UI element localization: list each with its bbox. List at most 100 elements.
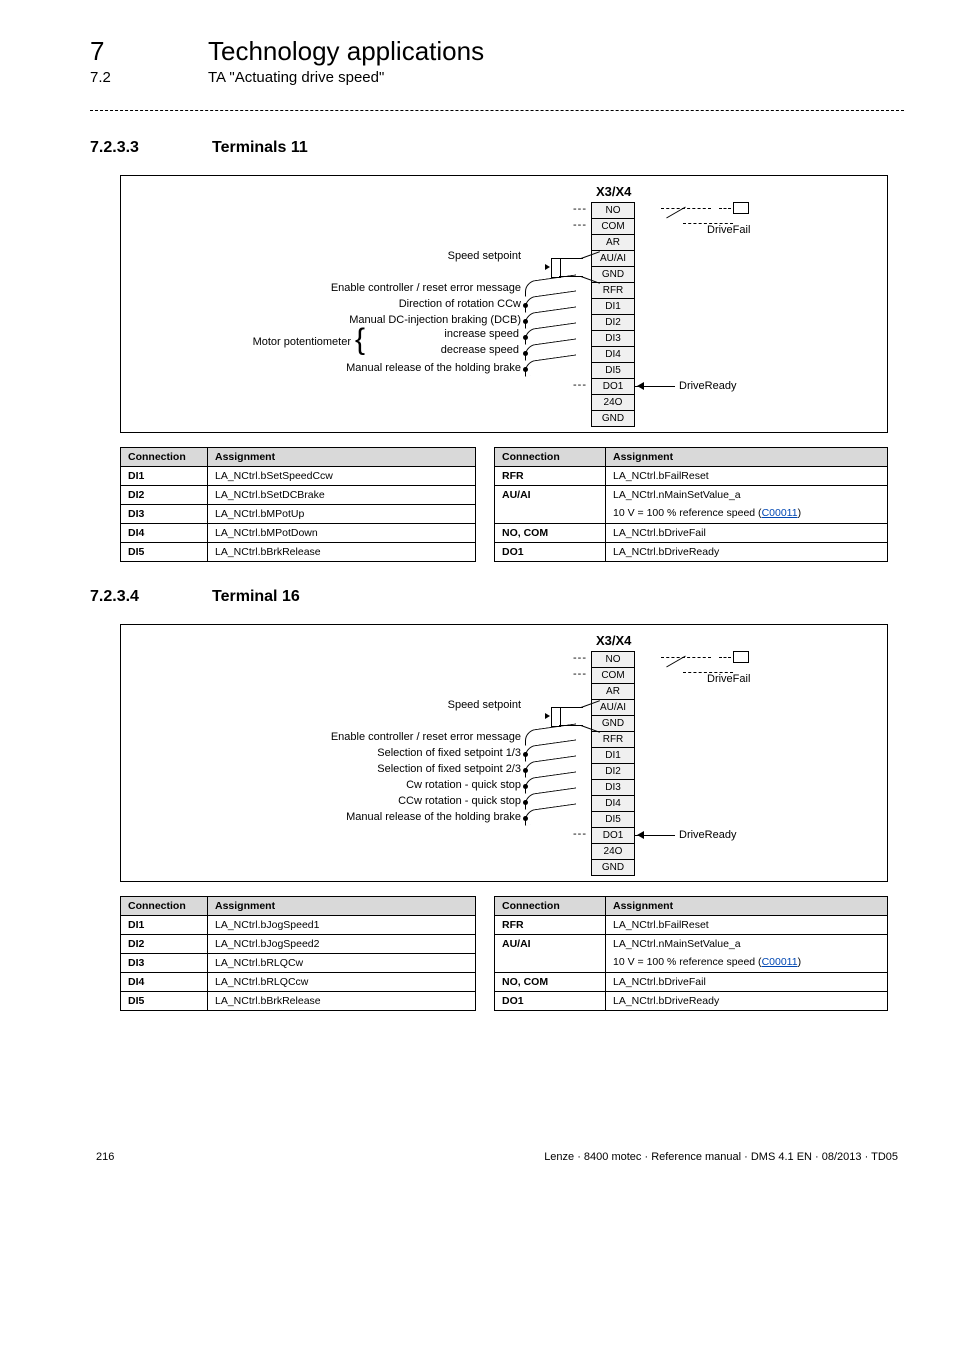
th-connection: Connection (495, 448, 606, 467)
cell: NO, COM (495, 972, 606, 991)
cell: LA_NCtrl.bDriveReady (606, 542, 888, 561)
label-cw: Cw rotation - quick stop (211, 779, 521, 791)
cell: NO, COM (495, 523, 606, 542)
cell: LA_NCtrl.bJogSpeed1 (208, 916, 476, 935)
pin-ar: AR (591, 683, 635, 700)
subsection-title: Terminals 11 (212, 139, 308, 157)
pin-rfr: RFR (591, 282, 635, 299)
pin-di5: DI5 (591, 362, 635, 379)
pin-ar: AR (591, 234, 635, 251)
subsection-1-header: 7.2.3.3 Terminals 11 (90, 139, 904, 157)
code-link[interactable]: C00011 (762, 507, 798, 519)
drivefail-glyph: DriveFail (661, 198, 791, 238)
cell: DO1 (495, 542, 606, 561)
cell: 10 V = 100 % reference speed (C00011) (606, 504, 888, 523)
footer-info: Lenze · 8400 motec · Reference manual · … (544, 1151, 898, 1163)
pin-di3: DI3 (591, 330, 635, 347)
text: 10 V = 100 % reference speed ( (613, 507, 762, 519)
cell: LA_NCtrl.bRLQCw (208, 954, 476, 973)
subsection-2-header: 7.2.3.4 Terminal 16 (90, 588, 904, 606)
tables-row-1: Connection Assignment DI1LA_NCtrl.bSetSp… (120, 447, 888, 562)
right-table-1: Connection Assignment RFRLA_NCtrl.bFailR… (494, 447, 888, 562)
cell: LA_NCtrl.bSetSpeedCcw (208, 467, 476, 486)
cell: RFR (495, 916, 606, 935)
label-sel23: Selection of fixed setpoint 2/3 (211, 763, 521, 775)
tables-row-2: Connection Assignment DI1LA_NCtrl.bJogSp… (120, 896, 888, 1011)
cell: DI4 (121, 524, 208, 543)
cell: DI5 (121, 543, 208, 562)
pin-di1: DI1 (591, 298, 635, 315)
text: ) (798, 956, 802, 968)
subsection-title: Terminal 16 (212, 588, 300, 606)
code-link[interactable]: C00011 (762, 956, 798, 968)
label-enable: Enable controller / reset error message (211, 731, 521, 743)
cell: LA_NCtrl.bDriveReady (606, 991, 888, 1010)
label-setpoint: Speed setpoint (291, 250, 521, 262)
subsection-number: 7.2.3.3 (90, 139, 176, 157)
pin-gnd: GND (591, 266, 635, 283)
chapter-header: 7 Technology applications (90, 36, 904, 67)
drivefail-label: DriveFail (707, 673, 750, 685)
th-assignment: Assignment (606, 897, 888, 916)
pin-di4: DI4 (591, 795, 635, 812)
page-footer: 216 Lenze · 8400 motec · Reference manua… (90, 1151, 904, 1163)
wiring-diagram-1: X3/X4 NO COM AR AU/AI GND RFR DI1 DI2 DI… (120, 175, 888, 433)
pin-gnd2: GND (591, 410, 635, 427)
cell: DI4 (121, 973, 208, 992)
divider-dashed (90, 110, 904, 111)
th-assignment: Assignment (606, 448, 888, 467)
cell: DI3 (121, 954, 208, 973)
arrow-left-icon (637, 831, 644, 839)
pin-24o: 24O (591, 394, 635, 411)
th-assignment: Assignment (208, 897, 476, 916)
cell: DI5 (121, 992, 208, 1011)
pin-gnd: GND (591, 715, 635, 732)
left-table-1: Connection Assignment DI1LA_NCtrl.bSetSp… (120, 447, 476, 562)
cell: AU/AI (495, 935, 606, 972)
pin-24o: 24O (591, 843, 635, 860)
right-table-2: Connection Assignment RFRLA_NCtrl.bFailR… (494, 896, 888, 1011)
label-dir: Direction of rotation CCw (211, 298, 521, 310)
wiring-diagram-2: X3/X4 NO COM AR AU/AI GND RFR DI1 DI2 DI… (120, 624, 888, 882)
label-enable: Enable controller / reset error message (211, 282, 521, 294)
cell: LA_NCtrl.bMPotDown (208, 524, 476, 543)
label-brake: Manual release of the holding brake (211, 362, 521, 374)
cell: LA_NCtrl.bBrkRelease (208, 992, 476, 1011)
section-header: 7.2 TA "Actuating drive speed" (90, 69, 904, 86)
label-ccw: CCw rotation - quick stop (211, 795, 521, 807)
label-mpot-inc: increase speed (301, 328, 519, 340)
drivefail-label: DriveFail (707, 224, 750, 236)
cell: RFR (495, 467, 606, 486)
cell: DI1 (121, 916, 208, 935)
cell: DI3 (121, 505, 208, 524)
pin-di1: DI1 (591, 747, 635, 764)
th-connection: Connection (121, 897, 208, 916)
cell: LA_NCtrl.bSetDCBrake (208, 486, 476, 505)
pin-di2: DI2 (591, 314, 635, 331)
cell: LA_NCtrl.bDriveFail (606, 972, 888, 991)
chapter-title: Technology applications (208, 36, 484, 67)
cell: LA_NCtrl.bBrkRelease (208, 543, 476, 562)
section-title: TA "Actuating drive speed" (208, 69, 384, 86)
label-setpoint: Speed setpoint (291, 699, 521, 711)
cell: AU/AI (495, 486, 606, 523)
cell: DI1 (121, 467, 208, 486)
page-number: 216 (96, 1151, 114, 1163)
th-connection: Connection (495, 897, 606, 916)
th-assignment: Assignment (208, 448, 476, 467)
cell: LA_NCtrl.nMainSetValue_a (606, 486, 888, 505)
label-dcb: Manual DC-injection braking (DCB) (211, 314, 521, 326)
pin-di2: DI2 (591, 763, 635, 780)
cell: LA_NCtrl.bFailReset (606, 467, 888, 486)
cell: LA_NCtrl.bFailReset (606, 916, 888, 935)
cell: DI2 (121, 935, 208, 954)
cell: LA_NCtrl.bJogSpeed2 (208, 935, 476, 954)
drivefail-glyph: DriveFail (661, 647, 791, 687)
text: ) (798, 507, 802, 519)
label-driveready: DriveReady (679, 829, 759, 841)
cell: LA_NCtrl.bDriveFail (606, 523, 888, 542)
label-sel13: Selection of fixed setpoint 1/3 (211, 747, 521, 759)
chapter-number: 7 (90, 36, 160, 67)
diagram-title: X3/X4 (596, 184, 631, 199)
label-mpot-dec: decrease speed (301, 344, 519, 356)
